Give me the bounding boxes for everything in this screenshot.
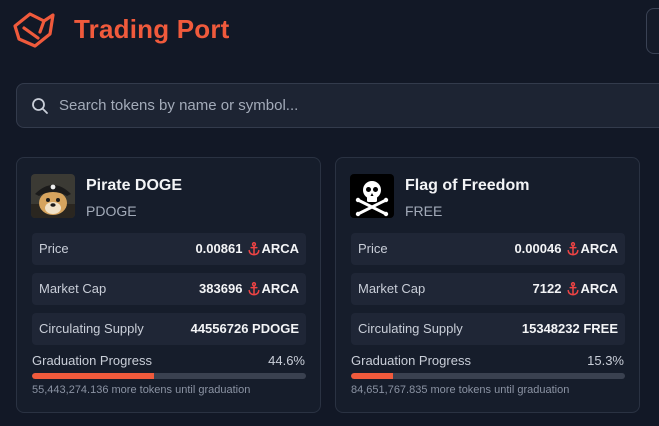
token-symbol: FREE (405, 203, 443, 219)
market-cap-amount: 383696 (199, 281, 243, 296)
market-cap-row: Market Cap 383696 ARCA (32, 273, 306, 305)
remaining-text: 55,443,274.136 more tokens until graduat… (32, 384, 251, 396)
header-action-button[interactable] (646, 8, 659, 54)
token-name: Pirate DOGE (86, 177, 183, 194)
supply-row: Circulating Supply 15348232 FREE (351, 313, 625, 345)
currency-label: ARCA (261, 241, 299, 256)
graduation-label: Graduation Progress (351, 353, 471, 368)
anchor-icon (567, 281, 579, 295)
market-cap-row: Market Cap 7122 ARCA (351, 273, 625, 305)
token-card-pirate-doge[interactable]: Pirate DOGE PDOGE Price 0.00861 ARCA Mar… (16, 157, 321, 413)
app-title: Trading Port (74, 14, 230, 44)
app-header: Trading Port (0, 0, 659, 62)
market-cap-value: 383696 ARCA (199, 281, 299, 296)
graduation-progress-bar (351, 373, 625, 379)
skull-crossbones-avatar (350, 174, 394, 218)
price-label: Price (39, 241, 69, 256)
price-label: Price (358, 241, 388, 256)
currency-label: ARCA (580, 281, 618, 296)
currency-label: ARCA (580, 241, 618, 256)
search-icon (32, 98, 48, 114)
token-card-flag-of-freedom[interactable]: Flag of Freedom FREE Price 0.00046 ARCA … (335, 157, 640, 413)
graduation-label: Graduation Progress (32, 353, 152, 368)
market-cap-label: Market Cap (358, 281, 426, 296)
anchor-icon (248, 281, 260, 295)
currency-label: ARCA (261, 281, 299, 296)
search-bar (16, 83, 659, 128)
market-cap-value: 7122 ARCA (533, 281, 618, 296)
market-cap-label: Market Cap (39, 281, 107, 296)
graduation-progress-fill (32, 373, 155, 379)
graduation-progress-bar (32, 373, 306, 379)
anchor-icon (248, 241, 260, 255)
supply-label: Circulating Supply (39, 321, 144, 336)
anchor-icon (567, 241, 579, 255)
token-name: Flag of Freedom (405, 177, 530, 194)
pirate-doge-avatar (31, 174, 75, 218)
token-symbol: PDOGE (86, 203, 137, 219)
price-amount: 0.00046 (514, 241, 562, 256)
price-row: Price 0.00861 ARCA (32, 233, 306, 265)
supply-value: 15348232 FREE (521, 321, 618, 336)
price-amount: 0.00861 (195, 241, 243, 256)
price-value: 0.00861 ARCA (195, 241, 299, 256)
price-row: Price 0.00046 ARCA (351, 233, 625, 265)
supply-label: Circulating Supply (358, 321, 463, 336)
search-input[interactable] (59, 84, 619, 127)
graduation-progress-fill (351, 373, 393, 379)
market-cap-amount: 7122 (532, 281, 562, 296)
pirate-ship-logo-icon[interactable] (10, 8, 58, 52)
graduation-percent: 15.3% (587, 353, 624, 368)
graduation-percent: 44.6% (268, 353, 305, 368)
supply-value: 44556726 PDOGE (190, 321, 299, 336)
price-value: 0.00046 ARCA (514, 241, 618, 256)
supply-row: Circulating Supply 44556726 PDOGE (32, 313, 306, 345)
remaining-text: 84,651,767.835 more tokens until graduat… (351, 384, 570, 396)
